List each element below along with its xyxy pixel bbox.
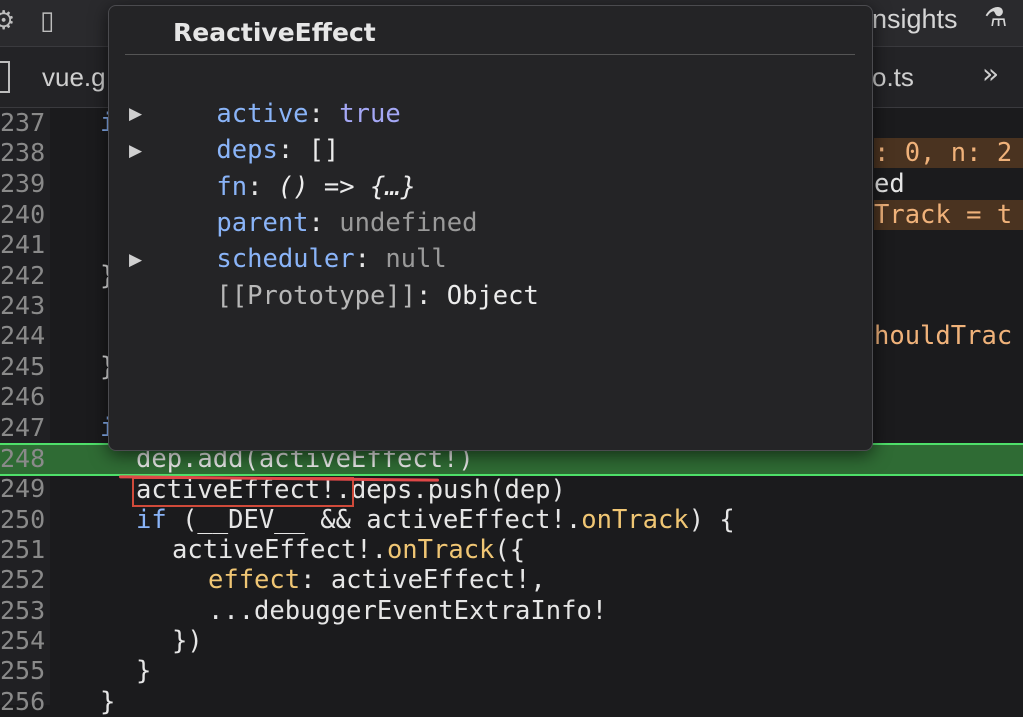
inline-value-fragment: Track = t [874, 200, 1023, 230]
property-value: Object [446, 281, 539, 311]
line-number[interactable]: 237 [0, 108, 45, 138]
code-fragment-239: ed [874, 169, 905, 199]
popover-divider [125, 54, 855, 55]
property-row-scheduler: scheduler: null [216, 244, 447, 274]
hover-target-box [132, 477, 354, 507]
code-fragment: : activeEffect!, [300, 565, 546, 595]
method-name: onTrack [581, 505, 689, 535]
expand-triangle-icon[interactable]: ▶ [129, 242, 142, 278]
line-number[interactable]: 241 [0, 230, 45, 260]
line-number[interactable]: 247 [0, 413, 45, 443]
property-row-fn[interactable]: ▶ fn: () => {…} [129, 133, 416, 202]
variable-hover-popover[interactable]: ReactiveEffect active: true ▶ deps: [] ▶ f… [108, 5, 873, 451]
property-value: true [339, 99, 401, 129]
line-number[interactable]: 249 [0, 474, 45, 504]
popover-title: ReactiveEffect [173, 18, 376, 47]
code-fragment: ) { [688, 505, 735, 535]
line-number[interactable]: 238 [0, 138, 45, 168]
code-line-251: activeEffect!.onTrack({ [172, 535, 525, 565]
inline-value-fragment: houldTrac [874, 321, 1013, 351]
line-number[interactable]: 255 [0, 656, 45, 686]
method-name: onTrack [386, 535, 495, 565]
expand-triangle-icon[interactable]: ▶ [129, 96, 142, 132]
property-row-deps[interactable]: ▶ deps: [] [129, 96, 339, 165]
code-line-254: }) [172, 626, 203, 656]
keyword: if [136, 505, 167, 535]
property-row-prototype[interactable]: ▶ [[Prototype]]: Object [129, 242, 539, 311]
line-number[interactable]: 251 [0, 535, 45, 565]
code-line-255: } [136, 656, 152, 686]
line-number[interactable]: 256 [0, 687, 45, 717]
line-number[interactable]: 240 [0, 200, 45, 230]
property-row-active: active: true [216, 99, 401, 129]
device-toggle-icon[interactable]: ▯ [40, 6, 54, 36]
chevron-double-right-icon[interactable]: » [982, 57, 999, 90]
line-number[interactable]: 242 [0, 261, 45, 291]
line-number[interactable]: 248 [0, 444, 45, 474]
flask-icon[interactable]: ⚗ [984, 3, 1007, 33]
tab-vue-file[interactable]: vue.g [42, 62, 106, 93]
expand-triangle-icon[interactable]: ▶ [129, 133, 142, 169]
sidebar-toggle-icon[interactable] [0, 61, 10, 93]
line-number[interactable]: 254 [0, 626, 45, 656]
code-line-250: if (__DEV__ && activeEffect!.onTrack) { [136, 505, 735, 535]
line-number[interactable]: 243 [0, 291, 45, 321]
tab-ts-file[interactable]: o.ts [872, 62, 914, 93]
code-fragment: activeEffect!. [172, 535, 387, 565]
gear-icon[interactable]: ⚙ [0, 6, 15, 36]
code-line-252: effect: activeEffect!, [208, 565, 546, 595]
property-key: [[Prototype]] [216, 281, 417, 311]
code-line-256: } [100, 687, 116, 717]
code-fragment: ({ [494, 535, 526, 565]
line-number[interactable]: 252 [0, 565, 45, 595]
tab-performance-insights[interactable]: nsights [872, 4, 958, 35]
property-row-parent: parent: undefined [216, 208, 478, 238]
line-number[interactable]: 246 [0, 382, 45, 412]
line-number[interactable]: 250 [0, 505, 45, 535]
code-line-253: ...debuggerEventExtraInfo! [208, 596, 608, 626]
line-number[interactable]: 253 [0, 596, 45, 626]
code-fragment: (__DEV__ && activeEffect!. [166, 505, 582, 535]
inline-value-fragment: : 0, n: 2 [874, 138, 1023, 168]
line-number[interactable]: 239 [0, 169, 45, 199]
property-key: effect [208, 565, 301, 595]
line-number[interactable]: 245 [0, 352, 45, 382]
line-number[interactable]: 244 [0, 321, 45, 351]
